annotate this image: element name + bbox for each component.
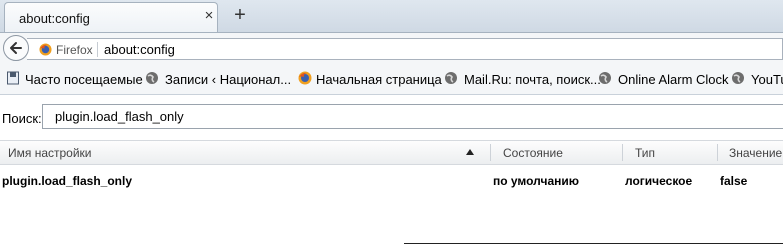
pref-status-cell: по умолчанию (493, 174, 580, 188)
bookmark-mail-ru[interactable]: Mail.Ru: почта, поиск... (464, 72, 601, 87)
back-arrow-icon (10, 42, 22, 54)
column-divider[interactable] (490, 144, 491, 161)
column-divider[interactable] (717, 144, 718, 161)
firefox-icon (39, 43, 52, 56)
bookmark-home-page[interactable]: Начальная страница (316, 72, 442, 87)
navigation-bar: Firefox about:config (0, 32, 783, 65)
bookmark-online-alarm-clock[interactable]: Online Alarm Clock (618, 72, 729, 87)
globe-icon (599, 72, 611, 84)
url-text[interactable]: about:config (104, 42, 175, 57)
pref-name-cell: plugin.load_flash_only (2, 174, 133, 188)
column-header-value[interactable]: Значение (729, 146, 782, 160)
firefox-icon (298, 71, 312, 85)
sort-ascending-icon[interactable] (466, 149, 474, 155)
column-header-name[interactable]: Имя настройки (8, 146, 92, 160)
globe-icon (146, 72, 158, 84)
bookmark-records[interactable]: Записи ‹ Национал... (165, 72, 291, 87)
close-tab-icon[interactable]: × (201, 8, 217, 24)
globe-icon (732, 72, 744, 84)
tab-about-config[interactable]: about:config × (4, 2, 218, 32)
divider-line (404, 243, 783, 244)
back-button[interactable] (3, 35, 29, 61)
search-input[interactable] (42, 104, 783, 129)
preferences-table-header: Имя настройки Состояние Тип Значение (0, 140, 783, 165)
url-divider (97, 42, 98, 57)
column-header-type[interactable]: Тип (635, 146, 655, 160)
bookmark-youtube[interactable]: YouTu (751, 72, 783, 87)
url-bar[interactable]: Firefox about:config (27, 38, 783, 60)
pref-value-cell: false (720, 174, 748, 188)
identity-label[interactable]: Firefox (56, 43, 93, 57)
new-tab-button[interactable]: + (230, 3, 250, 27)
globe-icon (445, 72, 457, 84)
tab-title: about:config (19, 11, 90, 26)
tab-strip: about:config × + (0, 0, 783, 32)
bookmark-folder-icon (7, 71, 19, 85)
bookmark-most-visited[interactable]: Часто посещаемые (25, 72, 143, 87)
column-divider[interactable] (622, 144, 623, 161)
bookmarks-toolbar: Часто посещаемые Записи ‹ Национал... На… (0, 65, 783, 95)
pref-type-cell: логическое (625, 174, 693, 188)
column-header-status[interactable]: Состояние (503, 146, 563, 160)
search-label: Поиск: (2, 111, 42, 126)
